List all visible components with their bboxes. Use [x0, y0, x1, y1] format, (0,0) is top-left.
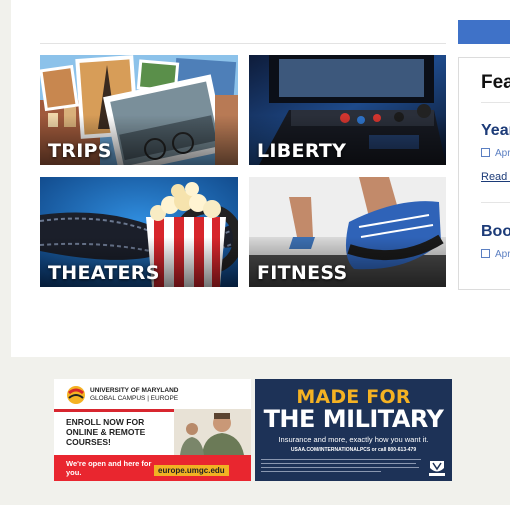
usaa-contact: USAA.COM/INTERNATIONALPCS or call 800-61…: [290, 447, 417, 453]
umgc-name: UNIVERSITY OF MARYLAND: [90, 387, 179, 394]
read-more-link[interactable]: Read M: [481, 171, 510, 183]
tile-trips[interactable]: TRIPS: [40, 55, 238, 165]
usaa-subline: Insurance and more, exactly how you want…: [278, 435, 429, 444]
tile-liberty-label: LIBERTY: [257, 140, 347, 162]
tile-fitness-label: FITNESS: [257, 262, 348, 284]
divider: [481, 102, 510, 103]
tile-liberty[interactable]: LIBERTY: [249, 55, 446, 165]
umgc-cta: ENROLL NOW FOR ONLINE & REMOTE COURSES!: [66, 417, 146, 447]
divider: [40, 43, 446, 44]
featured-title: Featured: [481, 72, 510, 93]
featured-item-headline[interactable]: Boot: [481, 223, 510, 241]
featured-item-headline[interactable]: Year: [481, 122, 510, 140]
umgc-subname: GLOBAL CAMPUS | EUROPE: [90, 395, 179, 402]
umgc-url: europe.umgc.edu: [154, 465, 229, 476]
tile-trips-label: TRIPS: [48, 140, 112, 162]
calendar-icon: [481, 148, 490, 157]
calendar-icon: [481, 249, 490, 258]
accent-button[interactable]: [458, 20, 510, 44]
featured-item-date: Apr: [481, 249, 510, 260]
tile-fitness[interactable]: FITNESS: [249, 177, 446, 287]
featured-panel: Featured Year Apr Read M Boot Apr: [458, 57, 510, 290]
tile-theaters-label: THEATERS: [48, 262, 160, 284]
featured-item-date: Apr: [481, 148, 510, 159]
usaa-fine-print: [261, 459, 421, 472]
ad-usaa[interactable]: MADE FOR THE MILITARY Insurance and more…: [255, 379, 452, 481]
ad-umgc[interactable]: UNIVERSITY OF MARYLAND GLOBAL CAMPUS | E…: [54, 379, 251, 481]
usaa-logo-icon: [429, 461, 445, 476]
divider: [481, 202, 510, 203]
umgc-soldier-photo: [174, 409, 251, 455]
tile-theaters[interactable]: THEATERS: [40, 177, 238, 287]
umgc-logo-icon: [67, 386, 85, 404]
usaa-headline-2: THE MILITARY: [263, 405, 444, 433]
umgc-open-text: We're open and here for you.: [66, 459, 152, 477]
